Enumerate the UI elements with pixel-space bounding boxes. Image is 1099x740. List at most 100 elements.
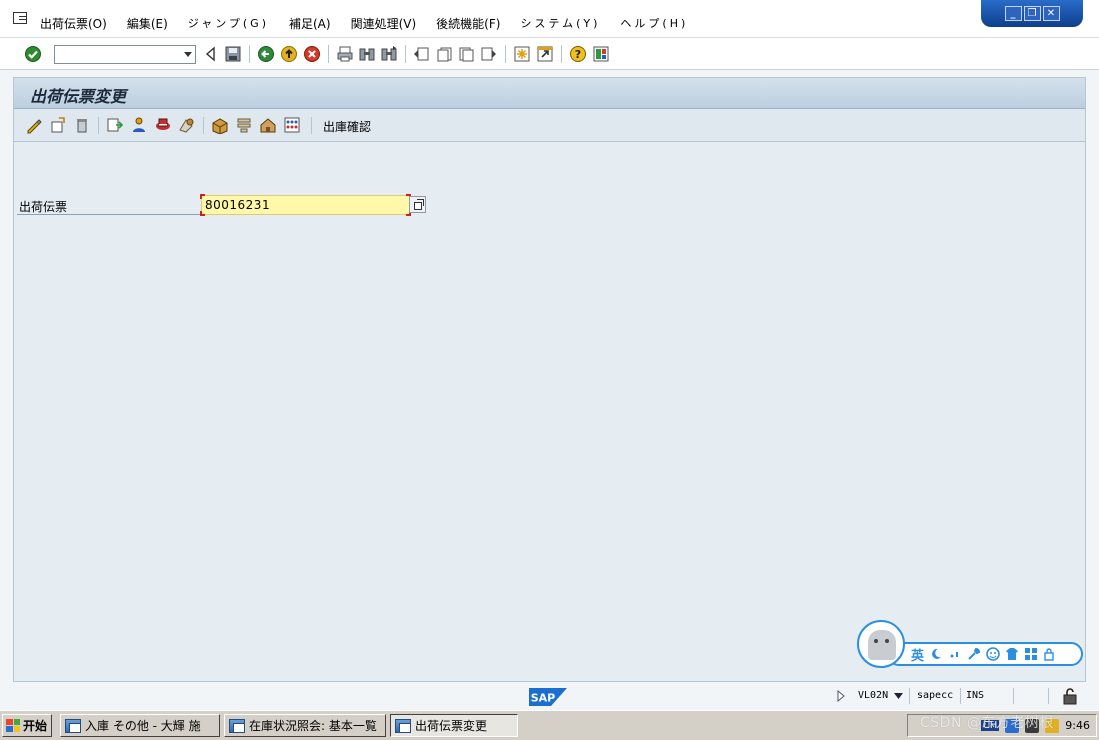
svg-text:SAP: SAP: [531, 692, 556, 705]
exit-icon[interactable]: [280, 45, 298, 63]
shirt-icon[interactable]: [1005, 647, 1019, 661]
sap-window-icon: [65, 718, 81, 733]
delete-icon[interactable]: [73, 116, 91, 134]
menu-bar: 出荷伝票(O) 編集(E) ジャンプ(G) 補足(A) 関連処理(V) 後続機能…: [0, 0, 1099, 38]
shortcut-icon[interactable]: [536, 45, 554, 63]
ime-bar: 英: [887, 642, 1083, 666]
back-icon[interactable]: [257, 45, 275, 63]
close-button[interactable]: ✕: [1042, 6, 1060, 21]
menu-extras[interactable]: 補足(A): [289, 15, 331, 32]
menu-environment[interactable]: 関連処理(V): [351, 15, 417, 32]
post-goods-issue-button[interactable]: 出庫確認: [323, 118, 371, 135]
start-label: 开始: [23, 719, 48, 733]
menu-edit[interactable]: 編集(E): [127, 15, 168, 32]
delivery-field-label: 出荷伝票: [19, 200, 68, 214]
standard-toolbar: ?: [0, 38, 1099, 70]
sap-window-icon: [229, 718, 245, 733]
packing-icon[interactable]: [235, 116, 253, 134]
command-field[interactable]: [54, 45, 196, 64]
display-change-icon[interactable]: [49, 116, 67, 134]
shipment-icon[interactable]: [259, 116, 277, 134]
new-session-icon[interactable]: [513, 45, 531, 63]
chevron-down-icon[interactable]: [894, 693, 903, 699]
status-bar: SAP VL02N sapecc INS: [0, 683, 1099, 710]
screen-area: 出荷伝票変更 出庫確認 出荷伝票 80016231 英: [13, 77, 1086, 682]
start-button[interactable]: 开始: [2, 714, 52, 737]
restore-button[interactable]: ❐: [1023, 6, 1041, 21]
toolbar-separator: [561, 45, 562, 63]
taskbar-item[interactable]: 入庫 その他 - 大輝 施: [60, 714, 220, 737]
moon-icon[interactable]: [929, 647, 943, 661]
prev-page-icon[interactable]: [435, 45, 453, 63]
texts-icon[interactable]: [178, 116, 196, 134]
application-toolbar: 出庫確認: [14, 109, 1085, 142]
status-divider: [1013, 688, 1014, 704]
partner-icon[interactable]: [130, 116, 148, 134]
ime-toolbar: 英: [857, 616, 1085, 668]
items-icon[interactable]: [283, 116, 301, 134]
command-field-input[interactable]: [55, 46, 179, 63]
find-next-icon[interactable]: [380, 45, 398, 63]
toolbar-separator: [328, 45, 329, 63]
watermark-text: CSDN @东方老树根: [920, 715, 1054, 731]
delivery-number-field[interactable]: [200, 194, 411, 216]
customize-layout-icon[interactable]: [592, 45, 610, 63]
status-divider: [1048, 688, 1049, 704]
picking-icon[interactable]: [211, 116, 229, 134]
toolbar-separator: [405, 45, 406, 63]
menu-goto[interactable]: ジャンプ(G): [188, 15, 269, 32]
taskbar-item-label: 出荷伝票変更: [415, 719, 488, 733]
menu-subsequent-functions[interactable]: 後続機能(F): [436, 15, 500, 32]
find-icon[interactable]: [358, 45, 376, 63]
server-name: sapecc: [917, 690, 954, 701]
taskbar-item-label: 入庫 その他 - 大輝 施: [85, 719, 201, 733]
taskbar-item[interactable]: 在庫状況照会: 基本一覧: [224, 714, 386, 737]
clock: 9:46: [1065, 719, 1090, 732]
last-page-icon[interactable]: [479, 45, 497, 63]
punctuation-icon[interactable]: [948, 647, 962, 661]
transaction-code: VL02N: [858, 690, 889, 701]
help-icon[interactable]: ?: [569, 45, 587, 63]
next-page-icon[interactable]: [457, 45, 475, 63]
back-arrow-icon[interactable]: [202, 45, 220, 63]
edit-icon[interactable]: [25, 116, 43, 134]
header-icon[interactable]: [154, 116, 172, 134]
wrench-icon[interactable]: [967, 647, 981, 661]
delivery-number-input[interactable]: [202, 196, 409, 214]
ime-mascot-icon[interactable]: [857, 620, 905, 668]
cancel-icon[interactable]: [303, 45, 321, 63]
screen-title-bar: 出荷伝票変更: [14, 78, 1085, 109]
toolbar-separator: [311, 117, 312, 134]
status-expand-icon[interactable]: [837, 690, 845, 702]
toolbar-separator: [98, 117, 99, 134]
ime-mode-label[interactable]: 英: [911, 645, 924, 664]
taskbar-item-label: 在庫状況照会: 基本一覧: [249, 719, 377, 733]
sap-window-icon: [395, 718, 411, 733]
minimize-button[interactable]: _: [1004, 6, 1022, 21]
save-icon[interactable]: [224, 45, 242, 63]
field-label-underline: [17, 214, 200, 215]
windows-logo-icon: [6, 719, 20, 732]
insert-mode: INS: [966, 690, 985, 701]
window-controls: _ ❐ ✕: [981, 0, 1083, 27]
system-menu-icon[interactable]: [13, 12, 27, 24]
status-divider: [909, 688, 910, 704]
menu-items: 出荷伝票(O) 編集(E) ジャンプ(G) 補足(A) 関連処理(V) 後続機能…: [40, 15, 708, 32]
value-help-icon[interactable]: [409, 196, 426, 213]
print-icon[interactable]: [336, 45, 354, 63]
first-page-icon[interactable]: [413, 45, 431, 63]
menu-system[interactable]: システム(Y): [520, 15, 600, 32]
lock-icon[interactable]: [1043, 647, 1055, 661]
overview-icon[interactable]: [106, 116, 124, 134]
secure-connection-icon[interactable]: [1061, 687, 1079, 705]
sap-logo: SAP: [529, 688, 567, 706]
status-divider: [960, 688, 961, 704]
enter-icon[interactable]: [24, 45, 42, 63]
menu-help[interactable]: ヘルプ(H): [620, 15, 688, 32]
menu-delivery[interactable]: 出荷伝票(O): [40, 15, 107, 32]
toolbar-separator: [505, 45, 506, 63]
taskbar-item-active[interactable]: 出荷伝票変更: [390, 714, 518, 737]
smiley-icon[interactable]: [986, 647, 1000, 661]
chevron-down-icon[interactable]: [184, 52, 192, 57]
grid-icon[interactable]: [1024, 647, 1038, 661]
